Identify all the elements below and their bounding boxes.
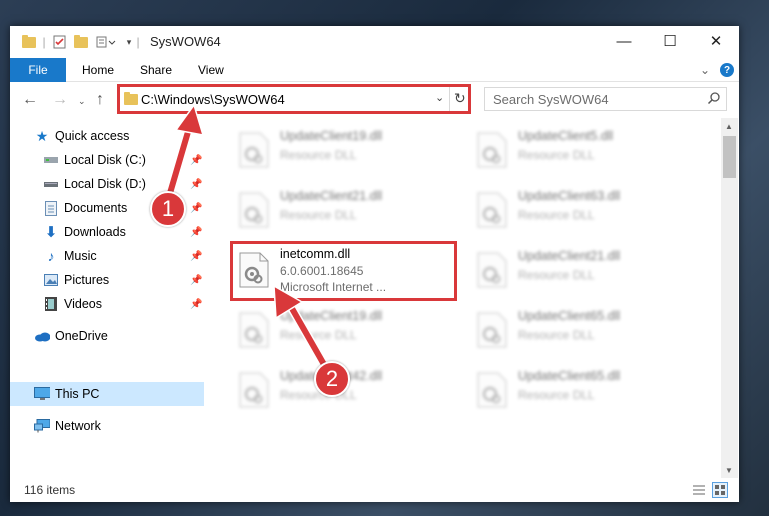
step-badge-1: 1 [150,191,186,227]
annotation-arrows [163,103,335,380]
step-badge-2: 2 [314,361,350,397]
